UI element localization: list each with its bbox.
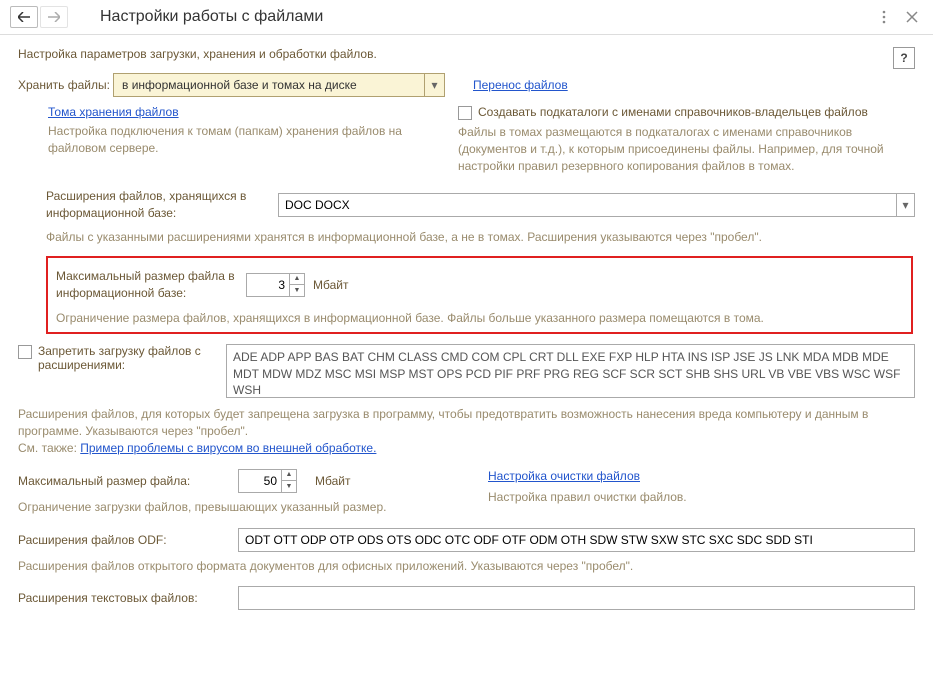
highlighted-section: Максимальный размер файла в информационн… xyxy=(46,256,913,334)
ext-ib-input-wrap: ▾ xyxy=(278,193,915,217)
spinner-down-icon[interactable]: ▼ xyxy=(282,481,296,492)
spinner-up-icon[interactable]: ▲ xyxy=(282,470,296,481)
forbid-input[interactable]: ADE ADP APP BAS BAT CHM CLASS CMD COM CP… xyxy=(226,344,915,398)
subdirs-hint: Файлы в томах размещаются в подкаталогах… xyxy=(458,124,915,174)
close-icon[interactable] xyxy=(901,6,923,28)
volumes-link[interactable]: Тома хранения файлов xyxy=(48,105,179,119)
ext-ib-input[interactable] xyxy=(279,194,896,216)
max-size-spinner[interactable]: ▲ ▼ xyxy=(238,469,297,493)
cleanup-hint: Настройка правил очистки файлов. xyxy=(488,489,915,506)
text-ext-label: Расширения текстовых файлов: xyxy=(18,591,228,605)
forbid-hint: Расширения файлов, для которых будет зап… xyxy=(18,406,915,440)
more-icon[interactable] xyxy=(873,6,895,28)
max-ib-label: Максимальный размер файла в информационн… xyxy=(56,268,246,302)
cleanup-link[interactable]: Настройка очистки файлов xyxy=(488,469,640,483)
page-title: Настройки работы с файлами xyxy=(100,8,867,26)
chevron-down-icon[interactable]: ▾ xyxy=(424,74,444,96)
odf-input[interactable] xyxy=(238,528,915,552)
subdirs-label: Создавать подкаталоги с именами справочн… xyxy=(478,105,868,119)
virus-example-link[interactable]: Пример проблемы с вирусом во внешней обр… xyxy=(80,441,376,455)
max-ib-hint: Ограничение размера файлов, хранящихся в… xyxy=(56,310,903,327)
transfer-files-link[interactable]: Перенос файлов xyxy=(473,78,568,92)
forward-button[interactable] xyxy=(40,6,68,28)
volumes-hint: Настройка подключения к томам (папкам) х… xyxy=(48,123,438,157)
storage-value[interactable] xyxy=(114,74,424,96)
max-ib-spinner[interactable]: ▲ ▼ xyxy=(246,273,305,297)
max-size-value[interactable] xyxy=(239,470,281,492)
storage-label: Хранить файлы: xyxy=(18,78,113,92)
help-button[interactable]: ? xyxy=(893,47,915,69)
storage-select[interactable]: ▾ xyxy=(113,73,445,97)
forbid-label: Запретить загрузку файлов с расширениями… xyxy=(38,344,218,372)
subdirs-checkbox[interactable] xyxy=(458,106,472,120)
ext-ib-label: Расширения файлов, хранящихся в информац… xyxy=(46,188,278,222)
text-ext-input[interactable] xyxy=(238,586,915,610)
spinner-up-icon[interactable]: ▲ xyxy=(290,274,304,285)
max-ib-value[interactable] xyxy=(247,274,289,296)
forbid-checkbox[interactable] xyxy=(18,345,32,359)
forbid-see-also: См. также: Пример проблемы с вирусом во … xyxy=(18,440,915,457)
chevron-down-icon[interactable]: ▾ xyxy=(896,194,914,216)
max-size-label: Максимальный размер файла: xyxy=(18,474,228,488)
spinner-down-icon[interactable]: ▼ xyxy=(290,285,304,296)
max-size-hint: Ограничение загрузки файлов, превышающих… xyxy=(18,499,468,516)
odf-label: Расширения файлов ODF: xyxy=(18,533,228,547)
odf-hint: Расширения файлов открытого формата доку… xyxy=(18,558,915,575)
max-ib-unit: Мбайт xyxy=(313,278,348,292)
page-subtitle: Настройка параметров загрузки, хранения … xyxy=(18,47,915,61)
max-size-unit: Мбайт xyxy=(315,474,350,488)
back-button[interactable] xyxy=(10,6,38,28)
ext-ib-hint: Файлы с указанными расширениями хранятся… xyxy=(46,230,915,244)
